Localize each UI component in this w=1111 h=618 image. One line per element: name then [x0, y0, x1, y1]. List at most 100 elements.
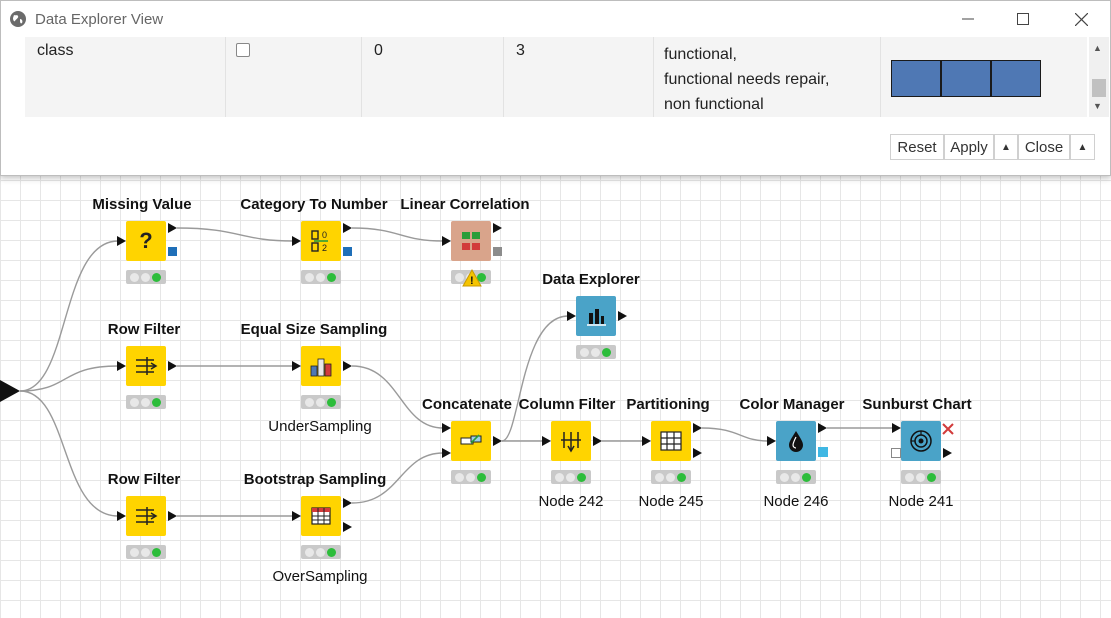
table-row[interactable]: class 0 3 functional, functional needs r…	[25, 37, 1087, 117]
output-port[interactable]	[618, 311, 627, 321]
output-port[interactable]	[168, 511, 177, 521]
node-label: Linear Correlation	[400, 196, 530, 213]
bar-chart-icon[interactable]	[301, 346, 341, 386]
data-table[interactable]: class 0 3 functional, functional needs r…	[25, 37, 1087, 117]
node-caption: Node 241	[888, 493, 954, 510]
input-port-1[interactable]	[442, 423, 451, 433]
warning-icon: !	[462, 269, 482, 287]
optional-input-port[interactable]	[891, 448, 901, 458]
sunburst-icon[interactable]	[901, 421, 941, 461]
input-port[interactable]	[292, 361, 301, 371]
output-port[interactable]	[493, 436, 502, 446]
column-name: class	[37, 42, 74, 59]
column-filter-glyph	[561, 432, 581, 453]
caret-up-icon: ▲	[1077, 141, 1088, 153]
concatenate-glyph	[460, 434, 482, 445]
output-port-2[interactable]	[693, 448, 702, 458]
workflow-input-port-icon[interactable]	[0, 380, 20, 402]
node-label: Row Filter	[107, 321, 181, 338]
apply-button[interactable]: Apply	[944, 134, 994, 160]
value-item: functional needs repair,	[664, 71, 830, 88]
values-cell: functional, functional needs repair, non…	[654, 37, 881, 117]
row-filter-icon[interactable]	[126, 496, 166, 536]
output-port[interactable]	[343, 223, 352, 233]
output-port[interactable]	[943, 448, 952, 458]
category-to-number-icon[interactable]: 0 2	[301, 221, 341, 261]
input-port[interactable]	[292, 236, 301, 246]
close-button[interactable]: Close	[1018, 134, 1070, 160]
value-item: non functional	[664, 96, 764, 113]
node-caption: UnderSampling	[268, 418, 372, 435]
reset-button[interactable]: Reset	[890, 134, 944, 160]
input-port[interactable]	[642, 436, 651, 446]
input-port[interactable]	[767, 436, 776, 446]
node-label: Concatenate	[421, 396, 513, 413]
minimize-button[interactable]	[945, 1, 991, 37]
node-caption: Node 245	[638, 493, 704, 510]
output-port[interactable]	[493, 223, 502, 233]
output-port[interactable]	[343, 361, 352, 371]
maximize-icon	[1017, 13, 1029, 25]
vertical-scrollbar[interactable]: ▲ ▼	[1089, 37, 1109, 117]
partitioning-icon[interactable]	[651, 421, 691, 461]
row-filter-glyph	[136, 357, 158, 375]
correlation-matrix-icon[interactable]	[451, 221, 491, 261]
maximize-button[interactable]	[1000, 1, 1046, 37]
output-port[interactable]	[168, 361, 177, 371]
input-port[interactable]	[292, 511, 301, 521]
input-port[interactable]	[117, 511, 126, 521]
output-port-grey[interactable]	[493, 247, 502, 256]
node-status	[651, 470, 691, 484]
color-drop-icon[interactable]	[776, 421, 816, 461]
inactive-port-x-icon	[942, 423, 954, 435]
include-cell	[226, 37, 362, 117]
title-bar[interactable]: Data Explorer View	[1, 1, 1110, 37]
node-label: Partitioning	[626, 396, 710, 413]
node-status	[451, 470, 491, 484]
svg-text:0: 0	[322, 230, 327, 240]
scroll-down-icon[interactable]: ▼	[1093, 101, 1102, 111]
node-status	[126, 545, 166, 559]
output-port-2[interactable]	[343, 522, 352, 532]
model-output-port[interactable]	[168, 247, 177, 256]
color-drop-glyph	[789, 431, 803, 452]
missing-cell: 0	[362, 37, 504, 117]
output-port[interactable]	[818, 423, 827, 433]
node-status	[901, 470, 941, 484]
output-port[interactable]	[168, 223, 177, 233]
question-mark-icon[interactable]: ?	[126, 221, 166, 261]
data-explorer-icon[interactable]	[576, 296, 616, 336]
scroll-thumb[interactable]	[1092, 79, 1106, 97]
apply-options-button[interactable]: ▲	[994, 134, 1018, 160]
concatenate-icon[interactable]	[451, 421, 491, 461]
model-output-port[interactable]	[343, 247, 352, 256]
node-status	[301, 270, 341, 284]
node-glyph: ?	[139, 228, 153, 253]
color-model-port[interactable]	[818, 447, 828, 457]
input-port[interactable]	[542, 436, 551, 446]
input-port[interactable]	[892, 423, 901, 433]
close-window-button[interactable]	[1058, 1, 1104, 37]
table-glyph	[311, 507, 331, 525]
input-port[interactable]	[442, 236, 451, 246]
row-checkbox[interactable]	[236, 43, 250, 57]
close-options-button[interactable]: ▲	[1070, 134, 1095, 160]
input-port[interactable]	[117, 236, 126, 246]
row-filter-icon[interactable]	[126, 346, 166, 386]
output-port[interactable]	[593, 436, 602, 446]
globe-icon	[10, 11, 26, 27]
output-port-1[interactable]	[693, 423, 702, 433]
scroll-up-icon[interactable]: ▲	[1093, 43, 1102, 53]
node-label: Column Filter	[518, 396, 616, 413]
node-label: Category To Number	[240, 196, 388, 213]
column-filter-icon[interactable]	[551, 421, 591, 461]
column-name-cell: class	[25, 37, 226, 117]
table-icon[interactable]	[301, 496, 341, 536]
node-status	[126, 395, 166, 409]
histogram-cell	[881, 37, 1087, 117]
unique-count: 3	[516, 42, 525, 59]
input-port[interactable]	[117, 361, 126, 371]
input-port[interactable]	[567, 311, 576, 321]
output-port[interactable]	[343, 498, 352, 508]
input-port-2[interactable]	[442, 448, 451, 458]
